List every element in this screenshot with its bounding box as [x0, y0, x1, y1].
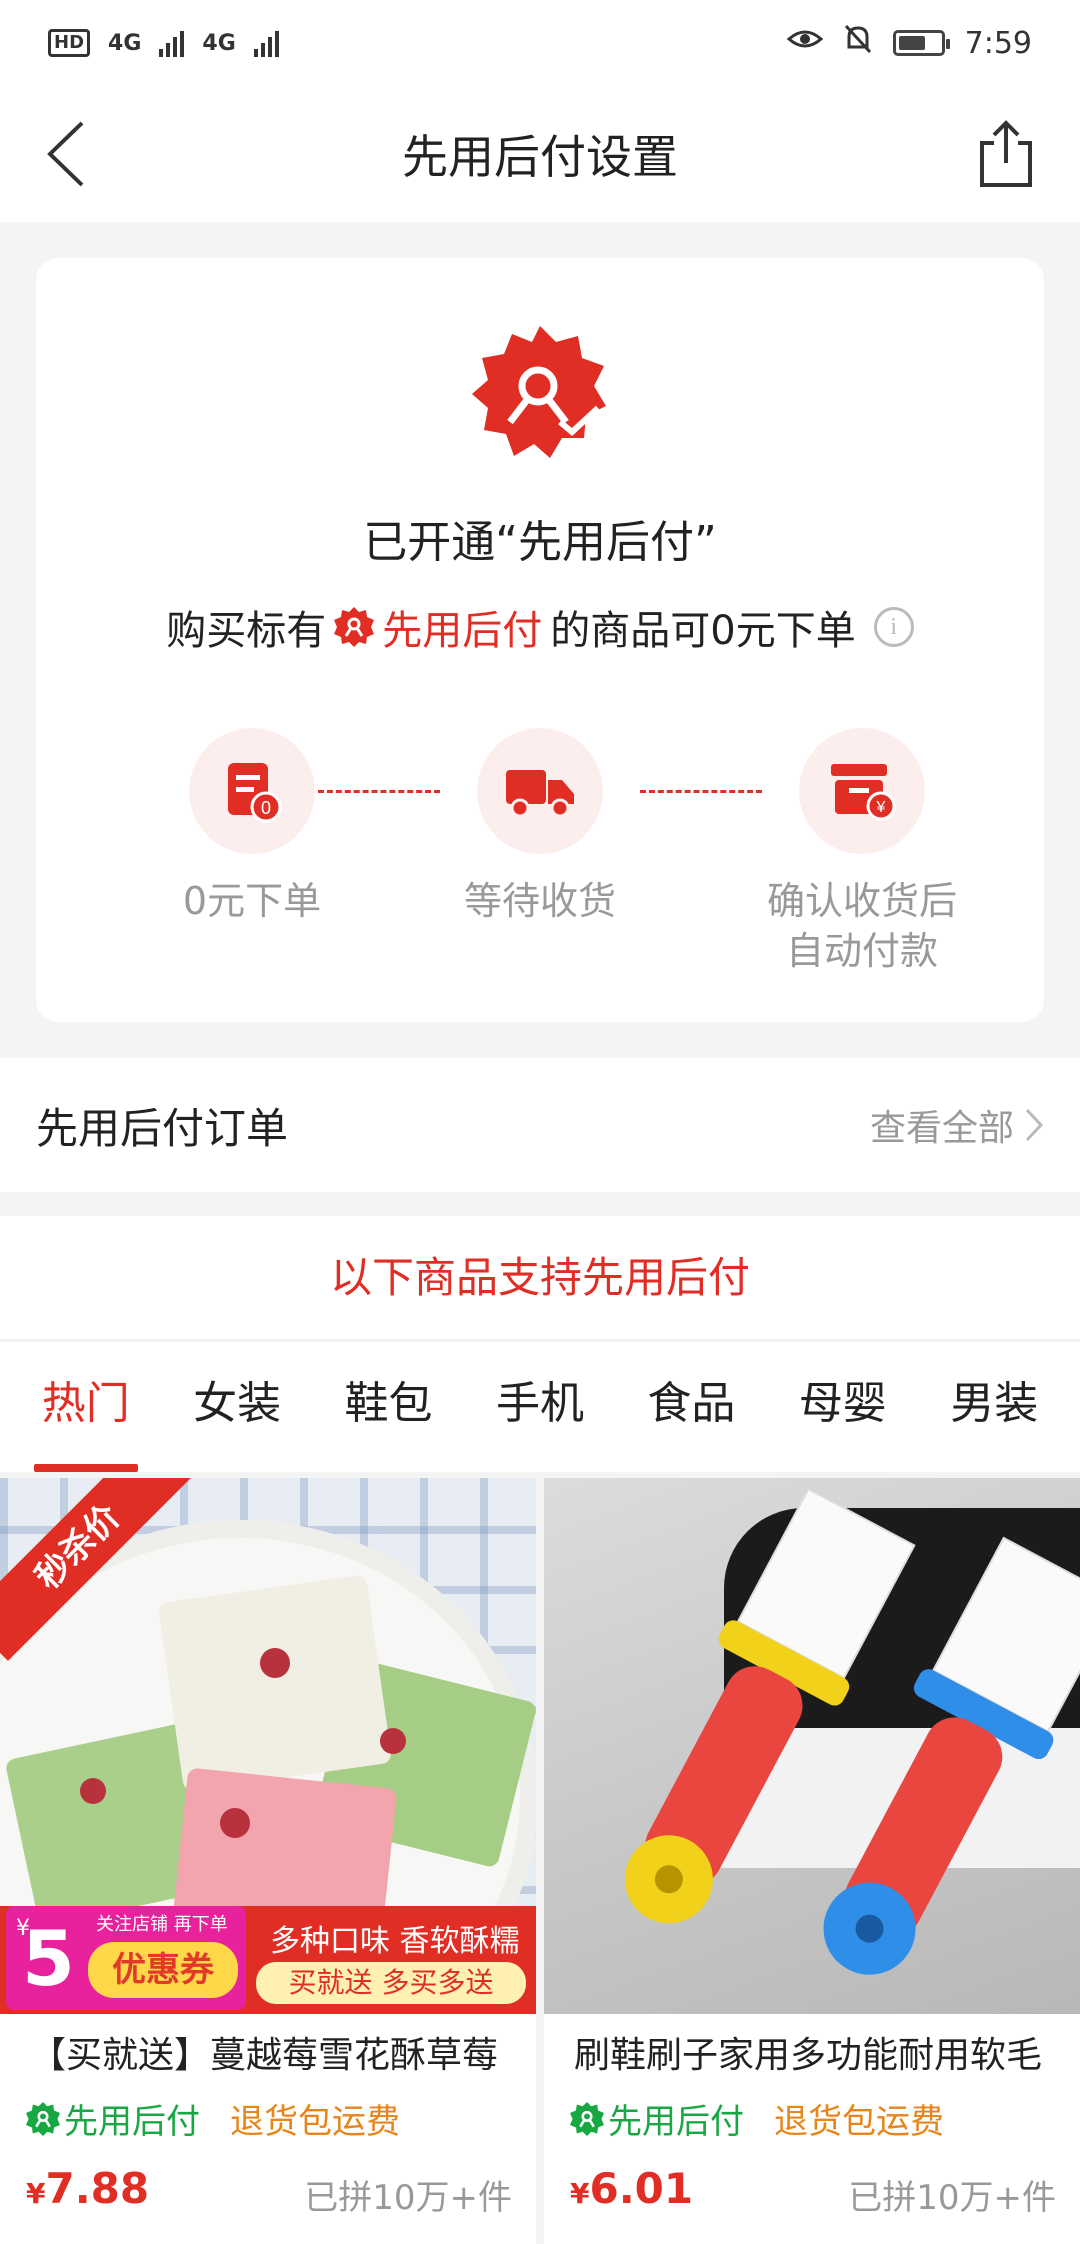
signal-icon-2 [253, 29, 279, 57]
product-name: 【买就送】蔓越莓雪花酥草莓 [30, 2035, 499, 2076]
steps-flow: 0 0元下单 等待收货 ¥ 确认收货后 自动付款 [36, 728, 1044, 988]
tab-food[interactable]: 食品 [639, 1342, 743, 1472]
product-tags: 先用后付 退货包运费 [570, 2094, 944, 2143]
price-value: 6.01 [589, 2164, 694, 2213]
page-title: 先用后付设置 [402, 130, 678, 184]
back-arrow-icon [47, 121, 84, 187]
step-autopay-label: 确认收货后 自动付款 [752, 876, 972, 976]
hd-indicator: HD [48, 29, 91, 57]
step-connector-2 [640, 790, 762, 793]
signal-icon [159, 29, 185, 57]
category-tabs: 热门 女装 鞋包 手机 食品 母婴 男装 [0, 1342, 1080, 1472]
sold-count: 已拼10万+件 [848, 2178, 1056, 2218]
tip-prefix: 购买标有 [166, 608, 327, 654]
share-icon [980, 120, 1032, 187]
status-left: HD 4G 4G [48, 29, 279, 57]
tab-shoes-bags[interactable]: 鞋包 [337, 1342, 441, 1472]
step-order-circle: 0 [189, 728, 315, 854]
return-tag: 退货包运费 [230, 2102, 400, 2142]
price-symbol: ¥ [570, 2177, 590, 2210]
share-button[interactable] [968, 116, 1044, 192]
battery-icon [892, 30, 950, 56]
step-autopay-circle: ¥ [799, 728, 925, 854]
step-autopay: ¥ 确认收货后 自动付款 [752, 728, 972, 976]
product-tags: 先用后付 退货包运费 [26, 2094, 400, 2143]
pay-later-tag: 先用后付 [570, 2094, 744, 2143]
coupon-sub: 关注店铺 再下单 [96, 1914, 228, 1935]
tab-hot[interactable]: 热门 [33, 1342, 138, 1472]
coupon-label: 优惠券 [88, 1942, 238, 1998]
product-name: 刷鞋刷子家用多功能耐用软毛 [574, 2035, 1043, 2076]
brush-illustration [624, 1487, 1080, 1975]
step-wait-circle [477, 728, 603, 854]
coupon-line1: 多种口味 香软酥糯 [270, 1924, 520, 1959]
tab-women[interactable]: 女装 [185, 1342, 289, 1472]
tip-mark: 先用后付 [382, 608, 543, 654]
coupon-line2: 买就送 多买多送 [256, 1962, 526, 2004]
price-value: 7.88 [45, 2164, 150, 2213]
support-banner: 以下商品支持先用后付 [0, 1216, 1080, 1340]
svg-text:¥: ¥ [876, 799, 886, 816]
tab-men[interactable]: 男装 [942, 1342, 1046, 1472]
tab-phones[interactable]: 手机 [488, 1342, 592, 1472]
step-wait-label: 等待收货 [463, 879, 616, 923]
pay-later-tag-icon [570, 2101, 604, 2136]
step-order-label: 0元下单 [182, 879, 322, 923]
product-image-brush [544, 1478, 1080, 2014]
truck-icon [506, 770, 574, 818]
nav-bar: 先用后付设置 [0, 86, 1080, 222]
opened-title: 已开通“先用后付” [363, 517, 717, 568]
clock: 7:59 [964, 25, 1032, 61]
step-connector-1 [318, 790, 440, 793]
mute-bell-icon [843, 23, 873, 63]
status-card: 已开通“先用后付” 购买标有 先用后付 的商品可0元下单 i 0 0元下单 等待… [36, 258, 1044, 1022]
coupon-bar: ¥ 5 关注店铺 再下单 优惠券 多种口味 香软酥糯 买就送 多买多送 [0, 1906, 536, 2014]
info-icon[interactable]: i [873, 607, 914, 647]
back-button[interactable] [36, 116, 96, 192]
view-all-label: 查看全部 [869, 1108, 1014, 1149]
step-autopay-label-line2: 自动付款 [785, 929, 938, 973]
pay-later-badge-icon [472, 326, 606, 458]
step-wait: 等待收货 [430, 728, 650, 926]
tip-suffix: 的商品可0元下单 [550, 608, 856, 654]
sold-count: 已拼10万+件 [304, 2178, 512, 2218]
network-type-2: 4G [202, 30, 236, 56]
coupon-block: ¥ 5 关注店铺 再下单 优惠券 [6, 1906, 246, 2010]
product-price: ¥6.01 [570, 2164, 693, 2213]
box-payment-icon: ¥ [831, 764, 896, 821]
pay-later-tag: 先用后付 [26, 2094, 200, 2143]
product-grid: 秒杀价 ¥ 5 关注店铺 再下单 优惠券 多种口味 香软酥糯 买就送 多买多送 … [0, 1478, 1080, 2244]
chevron-right-icon [1025, 1108, 1044, 1142]
step-order: 0 0元下单 [142, 728, 362, 926]
orders-title: 先用后付订单 [36, 1103, 289, 1153]
orders-row[interactable]: 先用后付订单 查看全部 [0, 1058, 1080, 1192]
receipt-icon: 0 [228, 763, 282, 823]
product-card[interactable]: 秒杀价 ¥ 5 关注店铺 再下单 优惠券 多种口味 香软酥糯 买就送 多买多送 … [0, 1478, 536, 2244]
product-card[interactable]: 刷鞋刷子家用多功能耐用软毛 先用后付 退货包运费 ¥6.01 已拼10万+件 [544, 1478, 1080, 2244]
view-all-link[interactable]: 查看全部 [870, 1099, 1044, 1151]
price-symbol: ¥ [26, 2177, 46, 2210]
status-bar: HD 4G 4G 7:59 [0, 0, 1080, 86]
step-autopay-label-line1: 确认收货后 [766, 879, 957, 923]
tip-line: 购买标有 先用后付 的商品可0元下单 i [36, 598, 1044, 656]
eye-icon [786, 25, 823, 61]
small-pay-later-icon [334, 607, 375, 647]
svg-text:0: 0 [261, 798, 271, 818]
network-type-1: 4G [108, 30, 142, 56]
coupon-amount: 5 [22, 1914, 75, 2003]
pay-later-tag-label: 先用后付 [608, 2102, 744, 2142]
tab-baby[interactable]: 母婴 [791, 1342, 895, 1472]
product-price: ¥7.88 [26, 2164, 149, 2213]
pay-later-tag-label: 先用后付 [64, 2102, 200, 2142]
status-right: 7:59 [786, 23, 1032, 63]
pay-later-tag-icon [26, 2101, 60, 2136]
return-tag: 退货包运费 [774, 2102, 944, 2142]
product-image-nougat: 秒杀价 ¥ 5 关注店铺 再下单 优惠券 多种口味 香软酥糯 买就送 多买多送 [0, 1478, 536, 2014]
